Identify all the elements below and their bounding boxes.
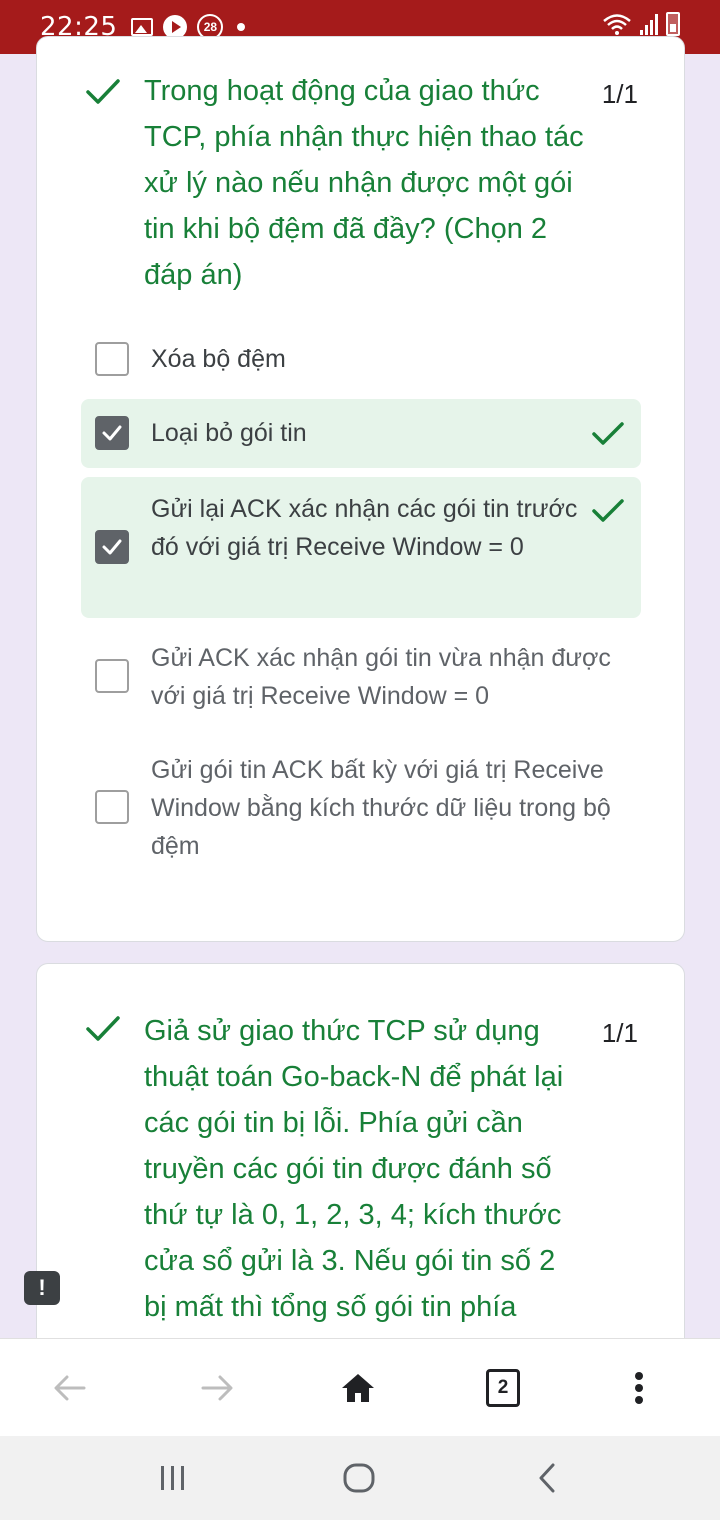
- option-label: Xóa bộ đệm: [151, 345, 286, 373]
- recent-apps-button[interactable]: [113, 1436, 233, 1520]
- gallery-icon: [131, 18, 154, 36]
- checkbox[interactable]: [95, 659, 129, 693]
- signal-icon: [640, 13, 658, 35]
- system-navigation-bar: [0, 1436, 720, 1520]
- report-feedback-button[interactable]: !: [24, 1271, 60, 1305]
- correct-check-icon: [86, 79, 120, 104]
- question-card-1: Trong hoạt động của giao thức TCP, phía …: [36, 36, 685, 942]
- question-title: Giả sử giao thức TCP sử dụng thuật toán …: [144, 1015, 564, 1323]
- wifi-icon: [603, 14, 631, 35]
- checkmark-icon: [102, 425, 122, 441]
- option-4[interactable]: Gửi ACK xác nhận gói tin vừa nhận được v…: [81, 627, 641, 727]
- dot-icon: [237, 23, 246, 31]
- option-label: Gửi ACK xác nhận gói tin vừa nhận được v…: [151, 644, 611, 710]
- forward-arrow-icon: [201, 1375, 233, 1401]
- correct-check-icon: [592, 499, 624, 522]
- question-card-2: Giả sử giao thức TCP sử dụng thuật toán …: [36, 963, 685, 1383]
- home-icon: [342, 1374, 374, 1402]
- back-chevron-icon: [539, 1463, 555, 1493]
- option-1[interactable]: Xóa bộ đệm: [81, 323, 641, 395]
- home-button[interactable]: [308, 1339, 408, 1437]
- correct-check-icon: [86, 1016, 120, 1041]
- tab-switcher-icon: 2: [486, 1369, 520, 1407]
- checkmark-icon: [102, 539, 122, 555]
- more-vert-icon: [635, 1372, 643, 1404]
- tab-switcher-button[interactable]: 2: [453, 1339, 553, 1437]
- checkbox[interactable]: [95, 342, 129, 376]
- forward-button[interactable]: [167, 1339, 267, 1437]
- checkbox-checked[interactable]: [95, 530, 129, 564]
- system-back-button[interactable]: [487, 1436, 607, 1520]
- back-button[interactable]: [20, 1339, 120, 1437]
- checkbox[interactable]: [95, 790, 129, 824]
- recent-apps-icon: [161, 1466, 184, 1490]
- battery-icon: [666, 12, 680, 36]
- checkbox-checked[interactable]: [95, 416, 129, 450]
- browser-toolbar: 2: [0, 1338, 720, 1436]
- option-2[interactable]: Loại bỏ gói tin: [81, 399, 641, 468]
- option-label: Loại bỏ gói tin: [151, 419, 307, 447]
- back-arrow-icon: [54, 1375, 86, 1401]
- question-score: 1/1: [601, 1018, 638, 1048]
- option-label: Gửi gói tin ACK bất kỳ với giá trị Recei…: [151, 756, 611, 860]
- question-title: Trong hoạt động của giao thức TCP, phía …: [144, 75, 584, 291]
- more-options-button[interactable]: [589, 1339, 689, 1437]
- option-5[interactable]: Gửi gói tin ACK bất kỳ với giá trị Recei…: [81, 739, 641, 879]
- correct-check-icon: [592, 422, 624, 445]
- system-home-button[interactable]: [299, 1436, 419, 1520]
- option-3[interactable]: Gửi lại ACK xác nhận các gói tin trước đ…: [81, 477, 641, 618]
- home-circle-icon: [343, 1463, 375, 1493]
- question-score: 1/1: [601, 79, 638, 109]
- option-label: Gửi lại ACK xác nhận các gói tin trước đ…: [151, 495, 578, 561]
